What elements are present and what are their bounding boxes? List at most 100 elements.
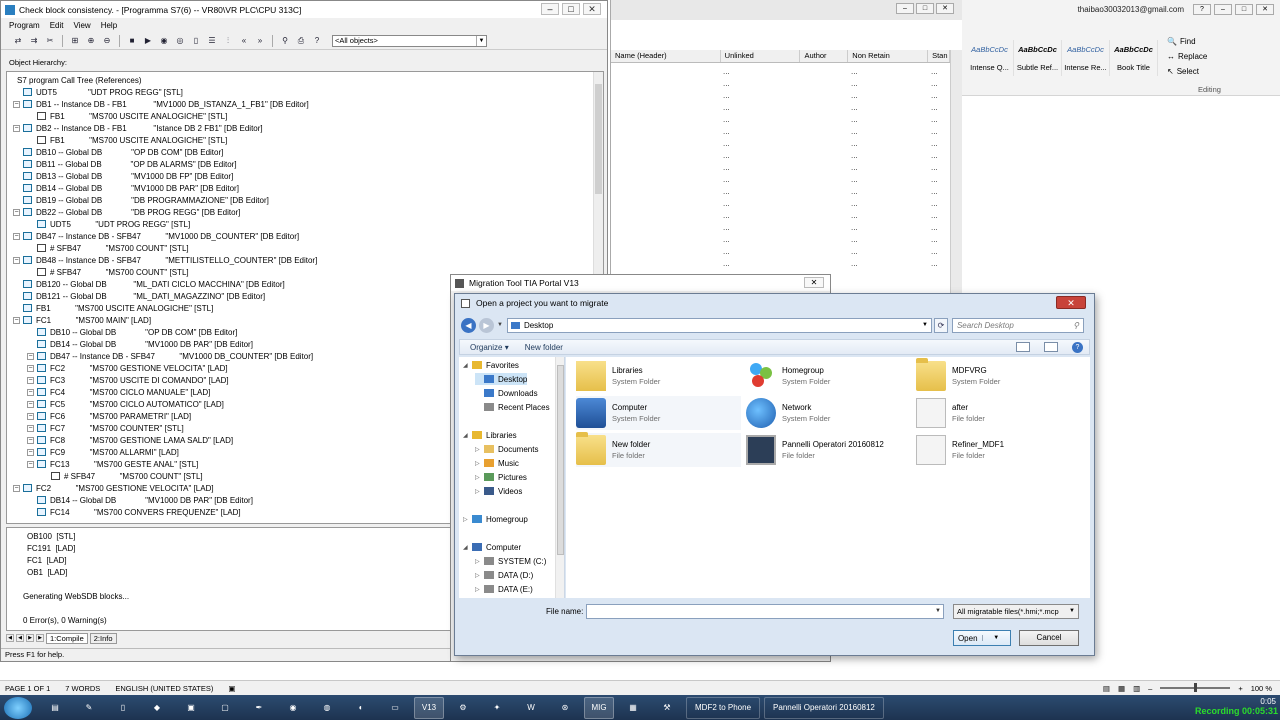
file-item[interactable]: Refiner_MDF1 File folder [916,433,1081,467]
taskbar-item-pannelli[interactable]: Pannelli Operatori 20160812 [764,696,884,719]
scrollbar-thumb[interactable] [557,365,564,555]
file-item[interactable]: MDFVRG System Folder [916,358,1081,393]
nav-item-system-c[interactable]: ▷ SYSTEM (C:) [475,555,546,567]
tree-item[interactable]: # SFB47 "MS700 COUNT" [STL] [51,470,203,482]
minimize-button[interactable]: – [896,3,914,14]
style-subtle-reference[interactable]: AaBbCcDc Subtle Ref... [1014,40,1062,76]
collapse-icon[interactable]: − [27,412,34,420]
start-button[interactable] [4,696,32,719]
taskbar-document-icon[interactable]: ▯ [108,697,138,719]
tree-item[interactable]: FB1 "MS700 USCITE ANALOGICHE" [STL] [37,134,227,146]
collapse-icon[interactable]: − [27,352,34,360]
tree-icon[interactable]: ⊞ [68,34,82,47]
collapse-icon[interactable]: − [27,460,34,468]
scrollbar-thumb[interactable] [595,84,602,194]
tree-item[interactable]: − FC5 "MS700 CICLO AUTOMATICO" [LAD] [27,398,224,410]
print-icon[interactable]: ⎙ [294,34,308,47]
tab-last-icon[interactable]: ▶ [36,634,44,642]
stop-icon[interactable]: ◉ [157,34,171,47]
view-options-icon[interactable] [1016,342,1030,352]
open-button[interactable]: Open ▼ [953,630,1011,646]
word-maximize-button[interactable]: □ [1235,3,1253,15]
refresh-button[interactable]: ⟳ [933,317,948,333]
preview-pane-icon[interactable] [1044,342,1058,352]
nav-item-favorites[interactable]: ◢ Favorites [463,359,519,371]
zoom-slider[interactable] [1160,683,1231,692]
collapse-icon[interactable]: ⊖ [100,34,114,47]
nav-item-documents[interactable]: ▷ Documents [475,443,538,455]
back-button[interactable]: ◀ [461,317,476,333]
compile-all-icon[interactable]: ⇉ [27,34,41,47]
nav-item-libraries[interactable]: ◢ Libraries [463,429,517,441]
tree-item[interactable]: # SFB47 "MS700 COUNT" [STL] [37,242,189,254]
nav-item-music[interactable]: ▷ Music [475,457,519,469]
style-intense-quote[interactable]: AaBbCcDc Intense Q... [966,40,1014,76]
expand-arrow-icon[interactable]: ◢ [463,432,470,439]
block-icon[interactable]: ■ [125,34,139,47]
chevron-down-icon[interactable]: ▼ [981,635,1011,641]
collapse-icon[interactable]: − [13,124,20,132]
file-item[interactable]: Network System Folder [746,396,911,430]
collapse-icon[interactable]: − [27,388,34,396]
tree-item[interactable]: DB14 -- Global DB "MV1000 DB PAR" [DB Ed… [23,182,239,194]
tree-item[interactable]: DB10 -- Global DB "OP DB COM" [DB Editor… [23,146,223,158]
taskbar-tools-icon[interactable]: ✦ [482,697,512,719]
monitor-icon[interactable]: ◎ [173,34,187,47]
tree-item[interactable]: UDT5 "UDT PROG REGG" [STL] [37,218,190,230]
print-layout-icon[interactable]: ▦ [1118,684,1125,693]
nav-item-desktop[interactable]: Desktop [475,373,528,385]
maximize-button[interactable]: □ [562,3,580,15]
zoom-in-icon[interactable]: + [1238,684,1242,693]
file-item[interactable]: after File folder [916,396,1081,430]
expand-arrow-icon[interactable]: ▷ [463,516,470,523]
style-book-title[interactable]: AaBbCcDc Book Title [1110,40,1158,76]
file-item[interactable]: Homegroup System Folder [746,359,911,393]
zoom-out-icon[interactable]: – [1148,684,1152,693]
tree-item[interactable]: − FC7 "MS700 COUNTER" [STL] [27,422,184,434]
collapse-icon[interactable]: − [27,376,34,384]
tree-item[interactable]: DB120 -- Global DB "ML_DATI CICLO MACCHI… [23,278,285,290]
chevron-down-icon[interactable]: ▼ [935,608,941,614]
tree-item[interactable]: − FC8 "MS700 GESTIONE LAMA SALD" [LAD] [27,434,233,446]
column-unlinked[interactable]: Unlinked [721,50,801,62]
taskbar-misc-icon[interactable]: ⚒ [652,697,682,719]
expand-arrow-icon[interactable]: ▷ [475,586,482,593]
file-item[interactable]: Pannelli Operatori 20160812 File folder [746,433,911,467]
list-icon[interactable]: ☰ [205,34,219,47]
tree-item[interactable]: FB1 "MS700 USCITE ANALOGICHE" [STL] [23,302,213,314]
tab-first-icon[interactable]: ◀ [6,634,14,642]
expand-arrow-icon[interactable]: ◢ [463,362,470,369]
macro-icon[interactable]: ▣ [228,684,235,693]
tree-item[interactable]: − DB47 -- Instance DB - SFB47 "MV1000 DB_… [13,230,299,242]
expand-arrow-icon[interactable]: ▷ [475,460,482,467]
expand-arrow-icon[interactable]: ▷ [475,488,482,495]
address-bar[interactable]: Desktop ▼ [506,317,932,333]
tree-item[interactable]: FC14 "MS700 CONVERS FREQUENZE" [LAD] [37,506,241,518]
help-icon[interactable]: ? [1072,342,1083,353]
tab-prev-icon[interactable]: ◀ [16,634,24,642]
taskbar-item-mdf2[interactable]: MDF2 to Phone [686,696,761,719]
language[interactable]: ENGLISH (UNITED STATES) [115,684,213,693]
word-help-button[interactable]: ? [1193,3,1211,15]
tree-item[interactable]: DB19 -- Global DB "DB PROGRAMMAZIONE" [D… [23,194,269,206]
expand-arrow-icon[interactable]: ▷ [475,474,482,481]
user-email[interactable]: thaibao30032013@gmail.com [1078,5,1184,14]
expand-arrow-icon[interactable]: ▷ [475,558,482,565]
word-close-button[interactable]: ✕ [1256,3,1274,15]
nav-item-videos[interactable]: ▷ Videos [475,485,522,497]
tree-item[interactable]: − DB47 -- Instance DB - SFB47 "MV1000 DB_… [27,350,313,362]
tree-item[interactable]: DB10 -- Global DB "OP DB COM" [DB Editor… [37,326,237,338]
tree-item[interactable]: − FC3 "MS700 USCITE DI COMANDO" [LAD] [27,374,229,386]
binoculars-icon[interactable]: ⚲ [278,34,292,47]
collapse-icon[interactable]: − [27,424,34,432]
collapse-icon[interactable]: − [13,316,20,324]
tree-item[interactable]: − FC13 "MS700 GESTE ANAL" [STL] [27,458,198,470]
taskbar-tia-migration-icon[interactable]: MIG [584,696,614,719]
collapse-icon[interactable]: − [13,484,20,492]
tree-item[interactable]: FB1 "MS700 USCITE ANALOGICHE" [STL] [37,110,227,122]
tree-item[interactable]: − DB1 -- Instance DB - FB1 "MV1000 DB_IST… [13,98,309,110]
collapse-icon[interactable]: − [13,256,20,264]
menu-program[interactable]: Program [9,21,40,30]
collapse-icon[interactable]: − [13,208,20,216]
filter-icon[interactable]: ⫶ [221,34,235,47]
